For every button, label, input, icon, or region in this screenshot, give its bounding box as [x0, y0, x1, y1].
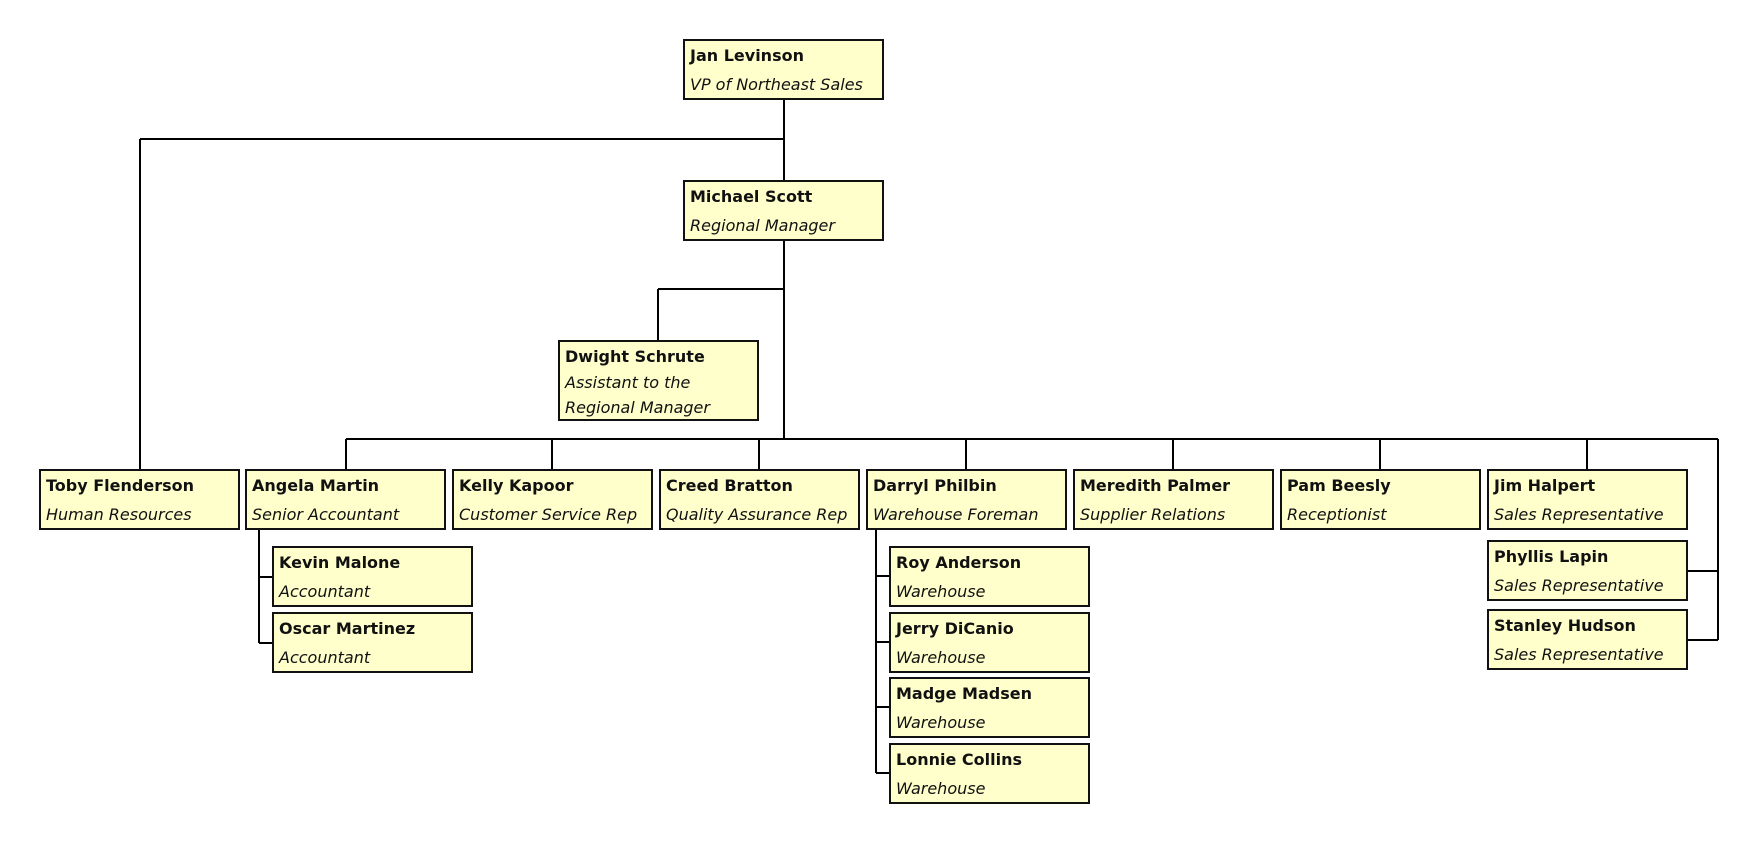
node-name: Stanley Hudson: [1494, 616, 1636, 635]
node-name: Phyllis Lapin: [1494, 547, 1609, 566]
node-title: Warehouse: [896, 648, 986, 667]
node-kelly-kapoor[interactable]: Kelly Kapoor Customer Service Rep: [452, 469, 653, 530]
node-jim-halpert[interactable]: Jim Halpert Sales Representative: [1487, 469, 1688, 530]
node-angela-martin[interactable]: Angela Martin Senior Accountant: [245, 469, 446, 530]
node-title: VP of Northeast Sales: [690, 75, 863, 94]
node-title: Senior Accountant: [252, 505, 400, 524]
node-title: Assistant to the Regional Manager: [565, 373, 710, 417]
node-name: Darryl Philbin: [873, 476, 997, 495]
node-name: Lonnie Collins: [896, 750, 1022, 769]
node-title: Customer Service Rep: [459, 505, 638, 524]
node-title: Quality Assurance Rep: [666, 505, 848, 524]
node-title: Regional Manager: [690, 216, 835, 235]
node-name: Creed Bratton: [666, 476, 793, 495]
node-title: Warehouse: [896, 582, 986, 601]
node-name: Dwight Schrute: [565, 347, 705, 366]
node-meredith-palmer[interactable]: Meredith Palmer Supplier Relations: [1073, 469, 1274, 530]
node-kevin-malone[interactable]: Kevin Malone Accountant: [272, 546, 473, 607]
node-name: Jan Levinson: [690, 46, 804, 65]
node-title: Sales Representative: [1494, 645, 1664, 664]
node-title: Warehouse: [896, 779, 986, 798]
node-madge-madsen[interactable]: Madge Madsen Warehouse: [889, 677, 1090, 738]
node-title: Warehouse Foreman: [873, 505, 1039, 524]
node-name: Toby Flenderson: [46, 476, 194, 495]
node-title: Human Resources: [46, 505, 192, 524]
node-pam-beesly[interactable]: Pam Beesly Receptionist: [1280, 469, 1481, 530]
node-darryl-philbin[interactable]: Darryl Philbin Warehouse Foreman: [866, 469, 1067, 530]
node-jan-levinson[interactable]: Jan Levinson VP of Northeast Sales: [683, 39, 884, 100]
node-jerry-dicanio[interactable]: Jerry DiCanio Warehouse: [889, 612, 1090, 673]
node-name: Jerry DiCanio: [896, 619, 1014, 638]
node-title: Receptionist: [1287, 505, 1387, 524]
node-name: Oscar Martinez: [279, 619, 416, 638]
node-name: Jim Halpert: [1494, 476, 1596, 495]
node-toby-flenderson[interactable]: Toby Flenderson Human Resources: [39, 469, 240, 530]
node-title: Accountant: [279, 582, 371, 601]
node-name: Kevin Malone: [279, 553, 401, 572]
node-dwight-schrute[interactable]: Dwight Schrute Assistant to the Regional…: [558, 340, 759, 421]
node-name: Michael Scott: [690, 187, 813, 206]
node-creed-bratton[interactable]: Creed Bratton Quality Assurance Rep: [659, 469, 860, 530]
node-title: Sales Representative: [1494, 576, 1664, 595]
node-oscar-martinez[interactable]: Oscar Martinez Accountant: [272, 612, 473, 673]
node-name: Meredith Palmer: [1080, 476, 1231, 495]
node-title: Warehouse: [896, 713, 986, 732]
node-title: Supplier Relations: [1080, 505, 1226, 524]
node-name: Madge Madsen: [896, 684, 1032, 703]
node-title: Sales Representative: [1494, 505, 1664, 524]
node-michael-scott[interactable]: Michael Scott Regional Manager: [683, 180, 884, 241]
node-phyllis-lapin[interactable]: Phyllis Lapin Sales Representative: [1487, 540, 1688, 601]
node-name: Angela Martin: [252, 476, 380, 495]
node-name: Pam Beesly: [1287, 476, 1391, 495]
node-stanley-hudson[interactable]: Stanley Hudson Sales Representative: [1487, 609, 1688, 670]
node-name: Roy Anderson: [896, 553, 1022, 572]
node-title: Accountant: [279, 648, 371, 667]
connector-lines: [139, 100, 1719, 774]
node-name: Kelly Kapoor: [459, 476, 574, 495]
node-roy-anderson[interactable]: Roy Anderson Warehouse: [889, 546, 1090, 607]
node-lonnie-collins[interactable]: Lonnie Collins Warehouse: [889, 743, 1090, 804]
